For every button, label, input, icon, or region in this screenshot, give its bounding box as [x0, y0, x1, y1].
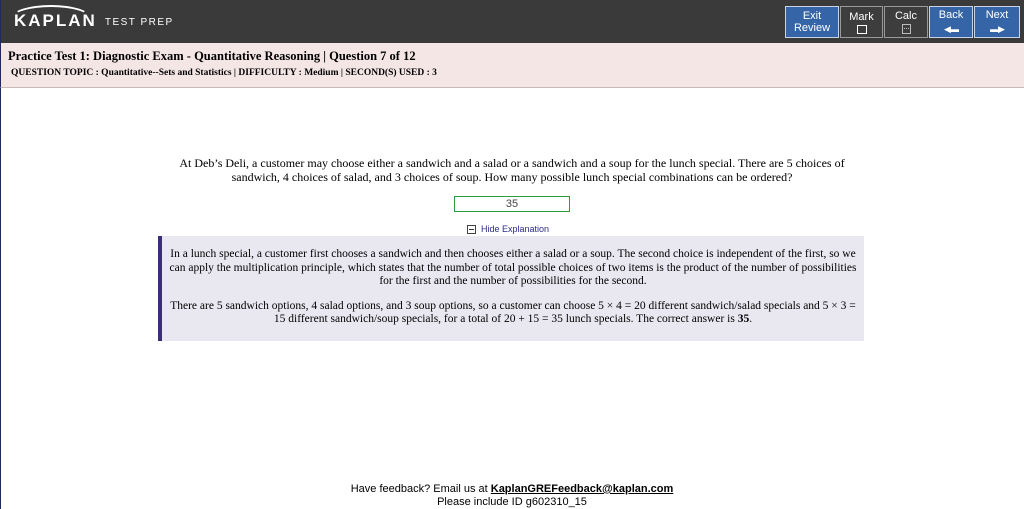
question-meta: QUESTION TOPIC : Quantitative--Sets and … [11, 68, 437, 78]
logo-subtitle: TEST PREP [104, 16, 174, 28]
feedback-email-link[interactable]: KaplanGREFeedback@kaplan.com [491, 483, 674, 495]
explanation-panel: In a lunch special, a customer first cho… [158, 236, 864, 341]
feedback-footer: Have feedback? Email us at KaplanGREFeed… [0, 483, 1024, 509]
question-text: At Deb’s Deli, a customer may choose eit… [179, 156, 845, 184]
mark-button[interactable]: Mark [840, 6, 883, 38]
exit-label: Exit [802, 10, 822, 22]
question-header: Practice Test 1: Diagnostic Exam - Quant… [0, 43, 1024, 88]
kaplan-logo: KAPLAN TEST PREP [11, 5, 174, 31]
next-arrow-icon: ▬▶ [990, 24, 1005, 34]
mark-label: Mark [849, 10, 874, 23]
calculator-icon [901, 24, 911, 34]
back-arrow-icon: ◀▬ [944, 24, 959, 34]
review-label: Review [793, 22, 831, 34]
answer-field[interactable]: 35 [454, 196, 570, 212]
logo-swoosh-icon [11, 5, 91, 31]
next-label: Next [985, 9, 1009, 21]
explanation-paragraph-2-text: There are 5 sandwich options, 4 salad op… [170, 299, 856, 326]
left-border [0, 88, 1, 509]
feedback-line-2: Please include ID g602310_15 [437, 496, 587, 508]
hide-explanation-label: Hide Explanation [481, 224, 550, 234]
explanation-period: . [749, 313, 753, 325]
hide-explanation-toggle[interactable]: Hide Explanation [467, 224, 549, 234]
calc-label: Calc [894, 10, 917, 22]
minus-box-icon [467, 224, 476, 234]
calc-button[interactable]: Calc [884, 6, 928, 38]
back-button[interactable]: Back ◀▬ [929, 6, 973, 38]
back-label: Back [938, 9, 964, 21]
feedback-line-1: Have feedback? Email us at KaplanGREFeed… [0, 483, 1024, 496]
exit-review-button[interactable]: Exit Review [785, 6, 839, 38]
feedback-prefix: Have feedback? Email us at [350, 483, 491, 495]
explanation-paragraph-2: There are 5 sandwich options, 4 salad op… [168, 300, 858, 327]
top-toolbar: KAPLAN TEST PREP Exit Review Mark Calc B… [0, 0, 1024, 43]
page-title: Practice Test 1: Diagnostic Exam - Quant… [8, 49, 416, 63]
correct-answer: 35 [737, 313, 750, 325]
explanation-paragraph-1: In a lunch special, a customer first cho… [169, 248, 857, 287]
next-button[interactable]: Next ▬▶ [974, 6, 1020, 38]
checkbox-icon [856, 24, 867, 34]
